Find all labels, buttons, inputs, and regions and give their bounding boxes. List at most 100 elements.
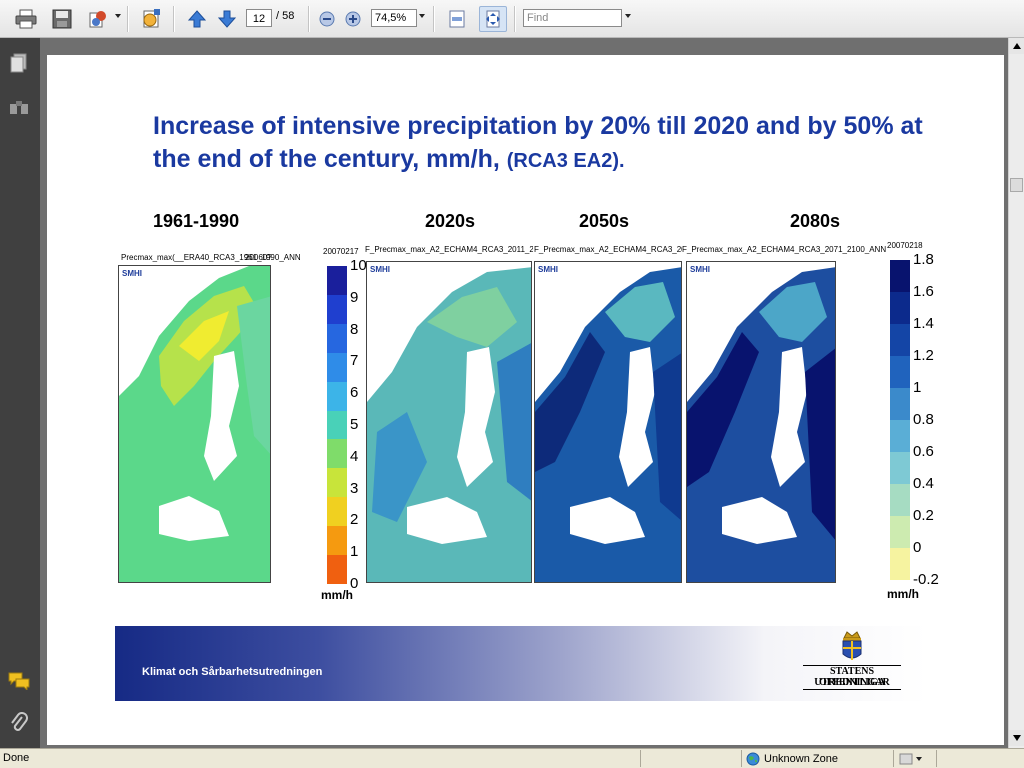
- legend-tick-label: 0.6: [913, 443, 934, 460]
- legend-change: 1.8 1.6 1.4 1.2 1 0.8 0.6 0.4 0.2 0 -0.2: [890, 251, 950, 588]
- pages-icon: [10, 53, 27, 73]
- security-zone-label: Unknown Zone: [764, 752, 838, 765]
- status-cell: [640, 750, 741, 767]
- document-area: Increase of intensive precipitation by 2…: [40, 38, 1008, 748]
- save-button[interactable]: [48, 6, 76, 32]
- legend-swatch: [327, 323, 347, 353]
- crown-emblem-icon: [842, 631, 862, 660]
- sou-logo: STATENS OFFENTLIGA UTREDNINGAR: [797, 628, 907, 700]
- popup-blocker-icon: [899, 753, 922, 765]
- bookmarks-panel-button[interactable]: [8, 96, 30, 118]
- legend-swatch: [327, 526, 347, 556]
- paperclip-icon: [11, 712, 28, 731]
- legend-tick-label: 0: [913, 539, 922, 556]
- legend-swatch: [890, 356, 910, 388]
- review-button[interactable]: [137, 6, 165, 32]
- scroll-down-button[interactable]: [1009, 730, 1024, 746]
- attachments-panel-button[interactable]: [8, 712, 30, 734]
- map-1961-1990: SMHI: [118, 265, 271, 583]
- legend-tick-label: 9: [350, 288, 359, 306]
- fit-page-button[interactable]: [443, 6, 471, 32]
- find-dropdown-icon[interactable]: [625, 14, 631, 18]
- legend-swatch: [890, 420, 910, 452]
- legend-tick-label: 6: [350, 384, 359, 402]
- map-caption-2020s: F_Precmax_max_A2_ECHAM4_RCA3_2011_2040_A: [365, 245, 533, 254]
- legend-tick-label: 2: [350, 511, 359, 529]
- pdf-page: Increase of intensive precipitation by 2…: [47, 55, 1004, 745]
- arrow-down-icon: [217, 10, 237, 28]
- legend-swatch: [890, 548, 910, 580]
- smhi-logo: SMHI: [689, 265, 711, 274]
- toolbar: 12 / 58 74,5% Find: [0, 0, 1024, 38]
- fit-width-button[interactable]: [479, 6, 507, 32]
- period-label-2080s: 2080s: [790, 211, 841, 231]
- legend-change-units: mm/h: [887, 587, 920, 601]
- legend-tick-label: 3: [350, 479, 359, 497]
- period-label-1961-1990: 1961-1990: [153, 211, 240, 231]
- arrow-up-icon: [187, 10, 207, 28]
- slide-title: Increase of intensive precipitation by 2…: [153, 110, 933, 178]
- legend-swatch: [890, 260, 910, 292]
- fit-page-icon: [449, 10, 465, 28]
- legend-tick-label: -0.2: [913, 571, 939, 588]
- share-button[interactable]: [84, 6, 112, 32]
- status-text: Done: [3, 752, 30, 764]
- scrollbar-thumb[interactable]: [1010, 178, 1023, 192]
- find-input[interactable]: Find: [523, 9, 622, 27]
- legend-tick-label: 1: [350, 543, 359, 561]
- scroll-down-icon: [1012, 735, 1021, 741]
- legend-swatch: [327, 497, 347, 527]
- legend-swatch: [327, 381, 347, 411]
- previous-page-button[interactable]: [183, 6, 211, 32]
- globe-icon: [746, 752, 760, 765]
- scroll-up-button[interactable]: [1009, 38, 1024, 54]
- logo-text-line-2: UTREDNINGAR: [814, 677, 890, 688]
- legend-swatch: [890, 324, 910, 356]
- scroll-up-icon: [1012, 43, 1021, 49]
- zoom-out-button[interactable]: [316, 6, 338, 32]
- share-dropdown-icon[interactable]: [115, 14, 121, 18]
- legend-tick-label: 0.4: [913, 475, 934, 492]
- map-2080s: SMHI: [686, 261, 836, 583]
- smhi-logo: SMHI: [121, 269, 143, 278]
- next-page-button[interactable]: [213, 6, 241, 32]
- legend-change-date: 20070218: [887, 241, 923, 250]
- footer-organization: Klimat och Sårbarhetsutredningen: [142, 666, 323, 678]
- legend-abs-date: 20070217: [323, 247, 359, 256]
- page-number-input[interactable]: 12: [246, 9, 272, 27]
- legend-tick-label: 1: [913, 379, 922, 396]
- legend-tick-label: 8: [350, 320, 359, 338]
- logo-rule-bottom: [803, 689, 901, 690]
- legend-swatch: [327, 410, 347, 440]
- legend-swatch: [327, 352, 347, 382]
- comments-panel-button[interactable]: [8, 670, 30, 692]
- map-2050s: SMHI: [534, 261, 682, 583]
- zoom-dropdown-icon[interactable]: [419, 14, 425, 18]
- slide-title-suffix: (RCA3 EA2).: [506, 150, 625, 172]
- legend-tick-label: 1.6: [913, 283, 934, 300]
- legend-tick-label: 10: [350, 257, 367, 274]
- zoom-in-icon: [345, 11, 361, 27]
- binoculars-icon: [10, 101, 28, 114]
- legend-swatch: [327, 555, 347, 585]
- legend-tick-label: 7: [350, 352, 359, 370]
- legend-swatch: [890, 484, 910, 516]
- page-total: / 58: [276, 10, 295, 22]
- zoom-in-button[interactable]: [342, 6, 364, 32]
- map-2020s: SMHI: [366, 261, 532, 583]
- review-icon: [143, 9, 160, 28]
- navigation-pane: [0, 38, 40, 748]
- smhi-logo: SMHI: [537, 265, 559, 274]
- zoom-level-input[interactable]: 74,5%: [371, 9, 417, 27]
- period-label-2050s: 2050s: [579, 211, 630, 231]
- vertical-scrollbar[interactable]: [1008, 38, 1024, 748]
- print-button[interactable]: [12, 6, 40, 32]
- print-icon: [15, 9, 37, 29]
- status-popup-cell[interactable]: [893, 750, 934, 767]
- comments-icon: [8, 672, 30, 690]
- save-icon: [52, 9, 72, 29]
- legend-tick-label: 1.2: [913, 347, 934, 364]
- zoom-out-icon: [319, 11, 335, 27]
- pages-panel-button[interactable]: [8, 52, 30, 74]
- legend-swatch: [327, 294, 347, 324]
